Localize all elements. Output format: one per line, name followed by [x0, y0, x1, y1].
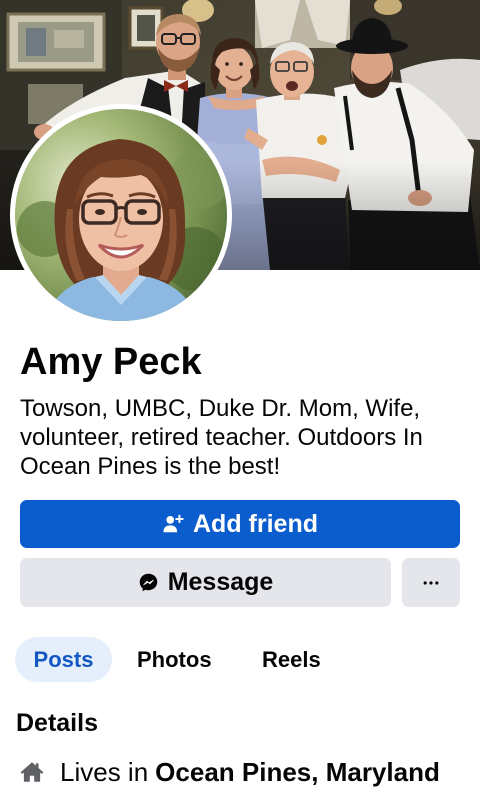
message-button[interactable]: Message	[20, 558, 391, 607]
detail-text: Lives in Ocean Pines, Maryland	[60, 756, 440, 788]
detail-lives-in: Lives in Ocean Pines, Maryland	[18, 756, 440, 788]
add-friend-label: Add friend	[193, 509, 318, 538]
profile-picture[interactable]	[10, 104, 232, 326]
details-heading: Details	[16, 709, 98, 737]
profile-picture-image	[15, 109, 227, 321]
message-label: Message	[167, 568, 274, 596]
profile-name: Amy Peck	[20, 341, 202, 383]
add-friend-icon	[162, 513, 184, 535]
home-icon	[18, 758, 46, 786]
profile-bio: Towson, UMBC, Duke Dr. Mom, Wife, volunt…	[20, 395, 423, 480]
add-friend-button[interactable]: Add friend	[20, 500, 460, 548]
lives-in-prefix: Lives in	[60, 757, 149, 787]
lives-in-location-link[interactable]: Ocean Pines, Maryland	[155, 757, 440, 787]
tab-posts[interactable]: Posts	[15, 637, 112, 682]
more-icon	[421, 573, 441, 593]
tab-photos[interactable]: Photos	[119, 637, 230, 682]
more-options-button[interactable]	[402, 558, 460, 607]
tab-reels[interactable]: Reels	[244, 637, 339, 682]
messenger-icon	[138, 572, 159, 593]
